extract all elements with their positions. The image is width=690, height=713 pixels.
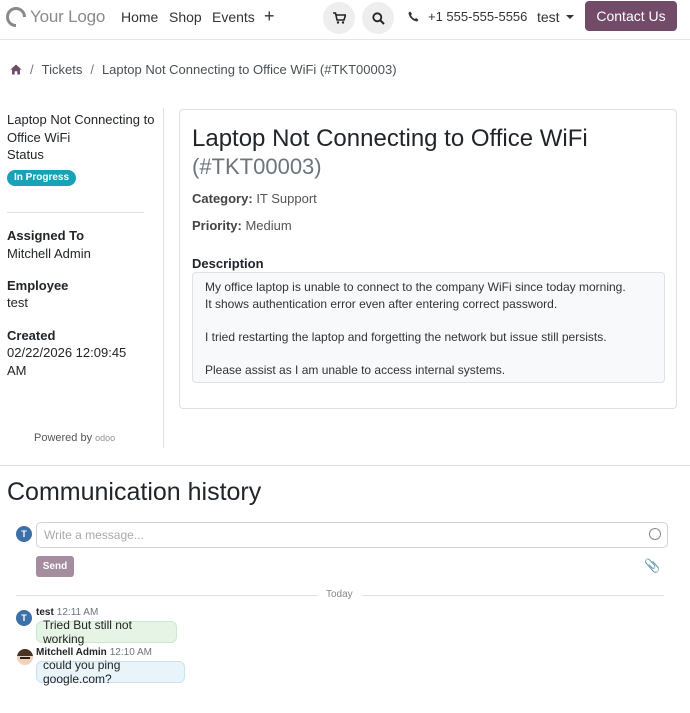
paperclip-icon[interactable]: 📎 — [644, 558, 660, 574]
assigned-to-label: Assigned To — [7, 228, 85, 243]
chevron-down-icon — [565, 15, 574, 19]
sidebar-ticket-title: Laptop Not Connecting to Office WiFi — [7, 112, 155, 145]
description-text: My office laptop is unable to connect to… — [205, 280, 626, 377]
nav-events-link[interactable]: Events — [212, 9, 255, 25]
nav-shop-link[interactable]: Shop — [169, 9, 202, 25]
ticket-title: Laptop Not Connecting to Office WiFi — [192, 125, 588, 152]
message-input[interactable]: Write a message... — [36, 522, 668, 548]
assigned-to-value: Mitchell Admin — [7, 246, 91, 261]
odoo-logo[interactable]: odoo — [95, 433, 115, 443]
nav-home-link[interactable]: Home — [121, 9, 158, 25]
composer-avatar: T — [16, 526, 32, 542]
nav-more-plus-button[interactable]: + — [264, 6, 275, 27]
message-bubble: Tried But still not working — [36, 618, 177, 646]
send-button[interactable]: Send — [36, 556, 74, 577]
message-avatar: T — [16, 610, 32, 626]
powered-by: Powered by odoo — [34, 432, 115, 444]
employee-value: test — [7, 295, 28, 310]
ticket-sidebar: Laptop Not Connecting to Office WiFi Sta… — [0, 108, 164, 448]
message-author: test — [36, 607, 54, 618]
category-label: Category: — [192, 191, 253, 206]
breadcrumb: / Tickets / Laptop Not Connecting to Off… — [10, 62, 397, 77]
message-time: 12:10 AM — [109, 647, 153, 658]
ticket-card: Laptop Not Connecting to Office WiFi (#T… — [179, 109, 677, 409]
description-label: Description — [192, 256, 264, 271]
search-button[interactable] — [362, 2, 394, 34]
category-value: IT Support — [256, 191, 317, 206]
message-placeholder: Write a message... — [44, 528, 144, 542]
sidebar-divider — [7, 212, 144, 213]
user-menu-dropdown[interactable]: test — [537, 9, 574, 25]
powered-by-label: Powered by — [34, 432, 93, 444]
emoji-icon[interactable] — [649, 528, 661, 540]
section-divider — [0, 465, 690, 466]
day-separator-line — [16, 595, 318, 596]
message-bubble: could you ping google.com? — [36, 658, 185, 686]
avatar-photo — [17, 649, 33, 665]
cart-icon — [332, 12, 346, 24]
message-author: Mitchell Admin — [36, 647, 107, 658]
breadcrumb-separator: / — [30, 62, 34, 77]
ticket-number: (#TKT00003) — [192, 154, 322, 179]
logo-text: Your Logo — [30, 7, 106, 26]
breadcrumb-separator: / — [90, 62, 94, 77]
created-value: 02/22/2026 12:09:45 AM — [7, 345, 127, 378]
message-time: 12:11 AM — [56, 607, 99, 618]
created-label: Created — [7, 328, 56, 343]
contact-us-button[interactable]: Contact Us — [585, 1, 677, 31]
search-icon — [371, 11, 385, 25]
priority-value: Medium — [245, 218, 292, 233]
cart-button[interactable] — [323, 2, 355, 34]
status-label: Status — [7, 147, 44, 162]
communication-history-title: Communication history — [7, 478, 262, 506]
message-header: Mitchell Admin 12:10 AM — [36, 647, 152, 658]
logo-icon — [6, 7, 26, 27]
breadcrumb-tickets-link[interactable]: Tickets — [42, 62, 83, 77]
top-navbar: Your Logo Home Shop Events + +1 555-555-… — [0, 0, 690, 40]
avatar-hair — [17, 649, 33, 656]
category-field: Category: IT Support — [192, 191, 317, 206]
description-box: My office laptop is unable to connect to… — [192, 272, 665, 383]
breadcrumb-current: Laptop Not Connecting to Office WiFi (#T… — [101, 62, 397, 77]
home-icon[interactable] — [10, 64, 22, 75]
priority-label: Priority: — [192, 218, 242, 233]
day-separator-label: Today — [326, 589, 353, 600]
message-header: test 12:11 AM — [36, 607, 98, 618]
employee-label: Employee — [7, 278, 69, 293]
site-logo[interactable]: Your Logo — [6, 6, 105, 28]
status-badge: In Progress — [7, 170, 77, 186]
avatar-glasses — [20, 657, 30, 660]
user-name: test — [537, 9, 560, 25]
phone-contact[interactable]: +1 555-555-5556 — [408, 9, 527, 24]
phone-icon — [408, 11, 419, 22]
day-separator-line — [362, 595, 664, 596]
priority-field: Priority: Medium — [192, 218, 292, 233]
phone-number: +1 555-555-5556 — [428, 9, 528, 24]
